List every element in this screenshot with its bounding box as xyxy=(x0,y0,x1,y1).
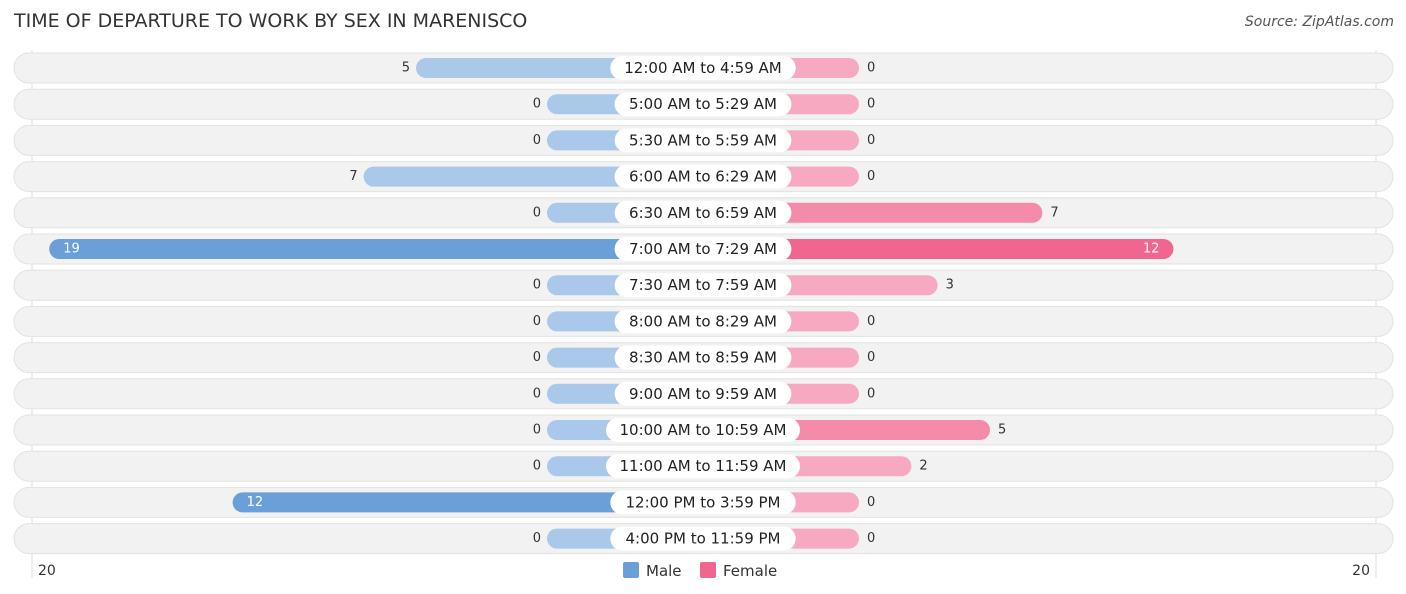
female-value-label: 12 xyxy=(1143,242,1160,257)
category-label: 5:00 AM to 5:29 AM xyxy=(629,95,777,113)
female-value-label: 0 xyxy=(867,386,875,401)
female-value-label: 5 xyxy=(998,423,1006,438)
male-value-label: 7 xyxy=(349,169,357,184)
chart: 5 0 12:00 AM to 4:59 AM 0 0 5:00 AM to 5:29 A… xyxy=(13,50,1394,580)
male-bar[interactable] xyxy=(49,239,703,259)
male-value-label: 0 xyxy=(533,386,541,401)
male-value-label: 0 xyxy=(533,459,541,474)
male-value-label: 0 xyxy=(533,205,541,220)
female-value-label: 2 xyxy=(919,459,927,474)
male-value-label: 0 xyxy=(533,278,541,293)
legend-male-label: Male xyxy=(646,562,682,580)
category-label: 9:00 AM to 9:59 AM xyxy=(629,385,777,403)
legend-female-label: Female xyxy=(723,562,777,580)
male-value-label: 0 xyxy=(533,133,541,148)
category-label: 4:00 PM to 11:59 PM xyxy=(625,530,780,548)
female-value-label: 0 xyxy=(867,350,875,365)
male-value-label: 19 xyxy=(63,242,80,257)
category-label: 12:00 AM to 4:59 AM xyxy=(624,59,781,77)
category-label: 6:00 AM to 6:29 AM xyxy=(629,168,777,186)
category-label: 8:30 AM to 8:59 AM xyxy=(629,349,777,367)
axis-right-label: 20 xyxy=(1352,563,1370,579)
male-value-label: 0 xyxy=(533,423,541,438)
category-label: 6:30 AM to 6:59 AM xyxy=(629,204,777,222)
female-value-label: 0 xyxy=(867,97,875,112)
category-label: 5:30 AM to 5:59 AM xyxy=(629,131,777,149)
male-value-label: 5 xyxy=(402,61,410,76)
category-label: 12:00 PM to 3:59 PM xyxy=(625,493,780,511)
female-value-label: 0 xyxy=(867,61,875,76)
category-label: 7:00 AM to 7:29 AM xyxy=(629,240,777,258)
legend-male-swatch xyxy=(623,562,639,578)
category-label: 7:30 AM to 7:59 AM xyxy=(629,276,777,294)
male-value-label: 0 xyxy=(533,350,541,365)
male-value-label: 0 xyxy=(533,314,541,329)
category-label: 8:00 AM to 8:29 AM xyxy=(629,312,777,330)
female-value-label: 7 xyxy=(1050,205,1058,220)
female-value-label: 3 xyxy=(946,278,954,293)
female-value-label: 0 xyxy=(867,531,875,546)
female-value-label: 0 xyxy=(867,314,875,329)
male-value-label: 0 xyxy=(533,97,541,112)
female-value-label: 0 xyxy=(867,169,875,184)
axis-left-label: 20 xyxy=(38,563,56,579)
category-label: 11:00 AM to 11:59 AM xyxy=(620,457,787,475)
female-value-label: 0 xyxy=(867,133,875,148)
female-value-label: 0 xyxy=(867,495,875,510)
male-value-label: 12 xyxy=(247,495,264,510)
category-label: 10:00 AM to 10:59 AM xyxy=(620,421,787,439)
legend-female-swatch xyxy=(700,562,716,578)
male-value-label: 0 xyxy=(533,531,541,546)
